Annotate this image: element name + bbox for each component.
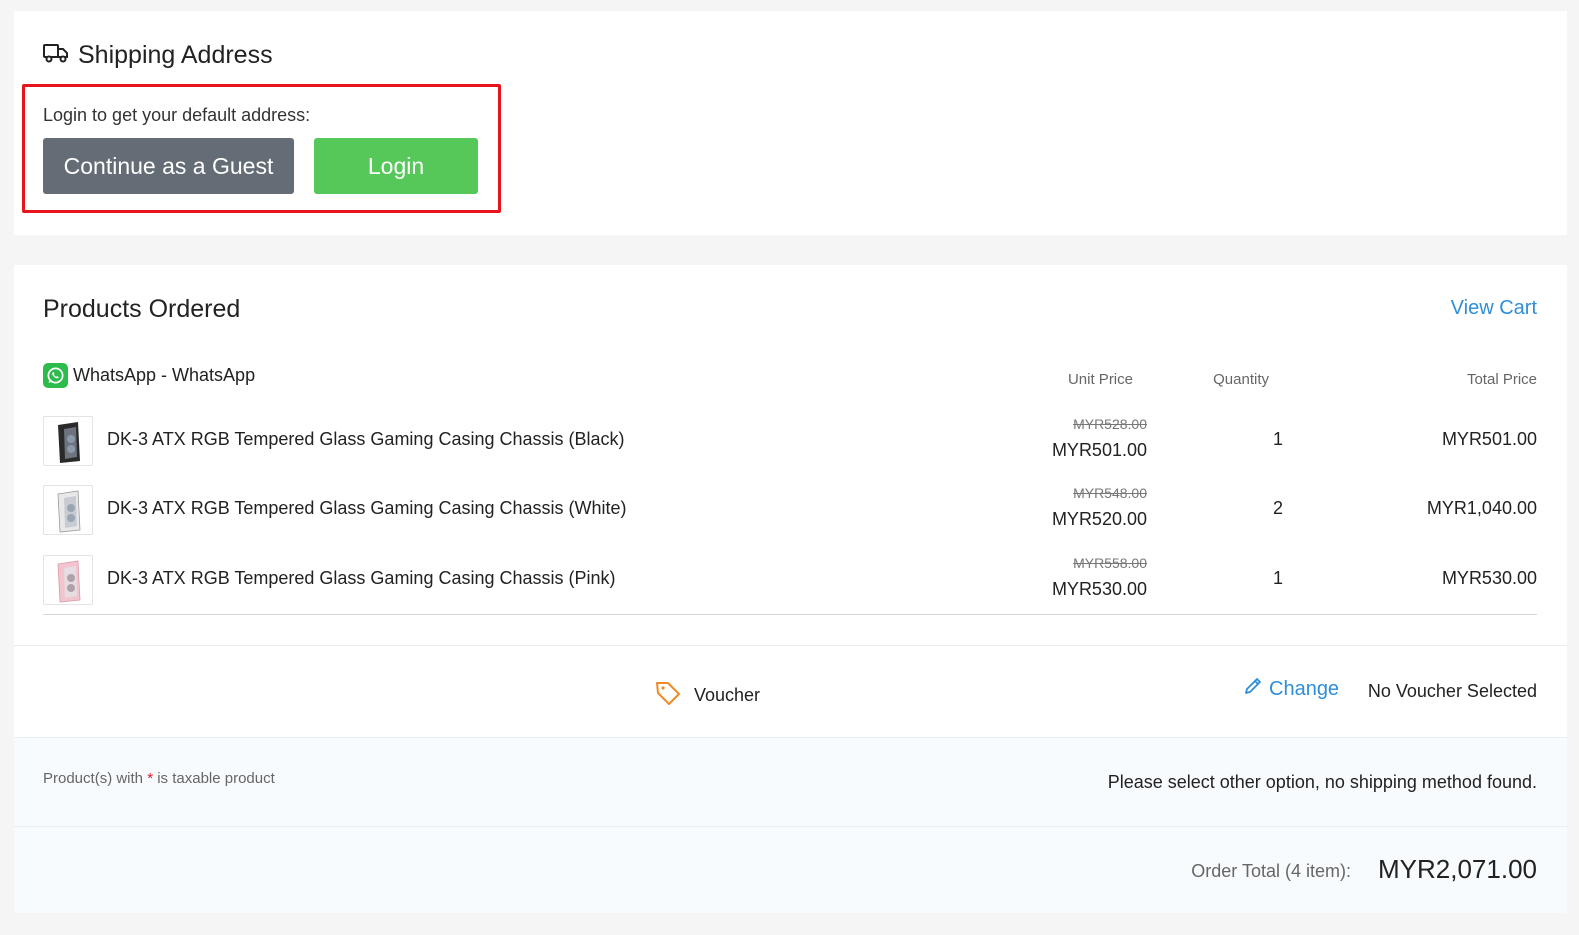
unit-price: MYR501.00 bbox=[1051, 440, 1147, 460]
shipping-address-section: Shipping Address Login to get your defau… bbox=[14, 11, 1567, 235]
truck-icon bbox=[43, 42, 69, 69]
whatsapp-icon bbox=[43, 363, 68, 388]
original-price: MYR528.00 bbox=[1073, 416, 1147, 432]
shop-name: WhatsApp - WhatsApp bbox=[73, 365, 256, 385]
shipping-method-message: Please select other option, no shipping … bbox=[1107, 772, 1537, 792]
voucher-status: No Voucher Selected bbox=[1367, 681, 1537, 701]
unit-price-header: Unit Price bbox=[1067, 371, 1133, 388]
product-thumbnail[interactable] bbox=[43, 555, 93, 605]
voucher-row: Voucher Change No Voucher Selected bbox=[14, 646, 1567, 737]
product-name: DK-3 ATX RGB Tempered Glass Gaming Casin… bbox=[107, 429, 625, 449]
item-total: MYR530.00 bbox=[1441, 568, 1537, 588]
taxable-note-suffix: is taxable product bbox=[157, 770, 275, 787]
products-title: Products Ordered bbox=[43, 295, 241, 323]
unit-price: MYR520.00 bbox=[1051, 509, 1147, 529]
quantity-value: 2 bbox=[1272, 498, 1283, 518]
order-total-row: Order Total (4 item): MYR2,071.00 bbox=[14, 826, 1567, 913]
quantity-value: 1 bbox=[1272, 429, 1283, 449]
product-name: DK-3 ATX RGB Tempered Glass Gaming Casin… bbox=[107, 568, 616, 588]
voucher-text: Voucher bbox=[694, 685, 761, 705]
product-thumbnail[interactable] bbox=[43, 416, 93, 466]
original-price: MYR548.00 bbox=[1073, 485, 1147, 501]
continue-as-guest-button[interactable]: Continue as a Guest bbox=[43, 138, 294, 194]
product-row: DK-3 ATX RGB Tempered Glass Gaming Casin… bbox=[43, 485, 1537, 535]
product-row: DK-3 ATX RGB Tempered Glass Gaming Casin… bbox=[43, 555, 1537, 605]
order-total-label: Order Total (4 item): bbox=[1191, 861, 1351, 881]
tag-icon bbox=[654, 679, 682, 712]
product-thumbnail[interactable] bbox=[43, 485, 93, 535]
taxable-note-prefix: Product(s) with bbox=[43, 770, 144, 787]
products-ordered-section: Products Ordered View Cart WhatsApp - Wh… bbox=[14, 265, 1567, 913]
product-row: DK-3 ATX RGB Tempered Glass Gaming Casin… bbox=[43, 416, 1537, 466]
taxable-note: Product(s) with * is taxable product bbox=[43, 770, 275, 787]
unit-price: MYR530.00 bbox=[1051, 579, 1147, 599]
pencil-icon bbox=[1243, 676, 1263, 702]
quantity-header: Quantity bbox=[1213, 371, 1269, 388]
voucher-label: Voucher bbox=[654, 679, 760, 712]
products-divider bbox=[43, 614, 1537, 615]
shipping-title: Shipping Address bbox=[78, 41, 273, 69]
shop-header: WhatsApp - WhatsApp bbox=[43, 363, 255, 388]
product-name: DK-3 ATX RGB Tempered Glass Gaming Casin… bbox=[107, 498, 627, 518]
change-voucher-button[interactable]: Change bbox=[1243, 676, 1339, 702]
order-total-value: MYR2,071.00 bbox=[1378, 854, 1537, 884]
item-total: MYR1,040.00 bbox=[1426, 498, 1537, 518]
quantity-value: 1 bbox=[1272, 568, 1283, 588]
total-price-header: Total Price bbox=[1466, 371, 1537, 388]
view-cart-link[interactable]: View Cart bbox=[1451, 297, 1537, 320]
tax-shipping-row: Product(s) with * is taxable product Ple… bbox=[14, 737, 1567, 826]
item-total: MYR501.00 bbox=[1441, 429, 1537, 449]
shipping-header: Shipping Address bbox=[43, 41, 273, 70]
login-hint-text: Login to get your default address: bbox=[43, 105, 311, 125]
taxable-star: * bbox=[147, 770, 154, 787]
original-price: MYR558.00 bbox=[1073, 555, 1147, 571]
change-label[interactable]: Change bbox=[1269, 678, 1339, 701]
login-button[interactable]: Login bbox=[314, 138, 478, 194]
